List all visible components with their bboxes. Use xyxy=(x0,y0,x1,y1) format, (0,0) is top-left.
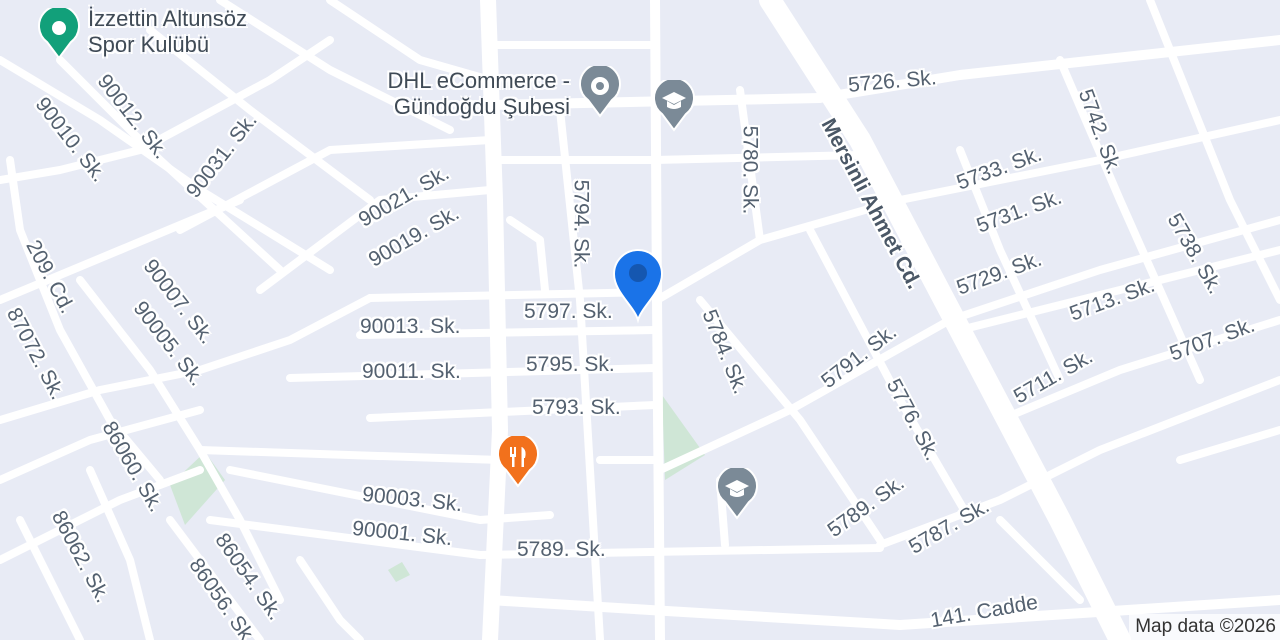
school-icon[interactable] xyxy=(652,80,696,132)
street-label: 5789. Sk. xyxy=(517,538,606,561)
street-label: 5795. Sk. xyxy=(526,353,615,376)
poi-label-sport-club[interactable]: İzzettin Altunsöz Spor Kulübü xyxy=(88,6,247,58)
street-label: 5797. Sk. xyxy=(524,300,613,323)
street-label: 5793. Sk. xyxy=(532,396,621,419)
map-attribution[interactable]: Map data ©2026 xyxy=(1129,614,1280,640)
street-label: 5780. Sk. xyxy=(738,125,762,215)
park-area xyxy=(170,452,225,525)
poi-name-line: Gündoğdu Şubesi xyxy=(393,94,570,119)
school-icon[interactable] xyxy=(715,468,759,520)
location-pin-icon[interactable] xyxy=(610,246,666,324)
street-label: 90013. Sk. xyxy=(360,315,461,338)
poi-name-line: İzzettin Altunsöz xyxy=(88,6,247,31)
sport-place-icon[interactable] xyxy=(37,8,81,60)
street-label: 90011. Sk. xyxy=(362,360,461,383)
restaurant-icon[interactable] xyxy=(496,436,540,488)
street-label: 5794. Sk. xyxy=(569,179,593,269)
park-area xyxy=(388,562,410,582)
poi-name-line: Spor Kulübü xyxy=(88,32,210,57)
poi-label-dhl[interactable]: DHL eCommerce - Gündoğdu Şubesi xyxy=(330,68,570,120)
poi-name-line: DHL eCommerce - xyxy=(387,68,570,93)
place-icon[interactable] xyxy=(578,66,622,118)
map-canvas[interactable]: 90012. Sk. 90010. Sk. 90031. Sk. 90021. … xyxy=(0,0,1280,640)
